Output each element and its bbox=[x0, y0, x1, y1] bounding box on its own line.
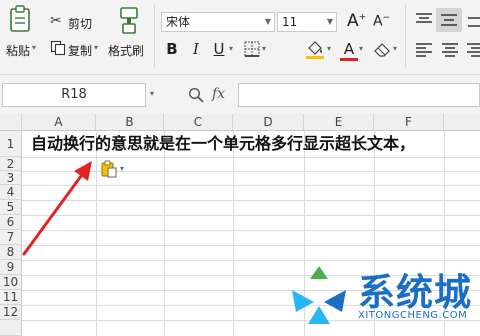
align-center-icon[interactable] bbox=[441, 42, 459, 62]
gridline bbox=[22, 215, 480, 216]
column-header[interactable]: A bbox=[22, 114, 96, 131]
ribbon-divider bbox=[405, 4, 406, 68]
formula-input[interactable] bbox=[238, 83, 480, 107]
chevron-down-icon[interactable]: ▾ bbox=[120, 164, 124, 173]
row-header[interactable]: 8 bbox=[0, 245, 22, 260]
chevron-down-icon[interactable]: ▾ bbox=[229, 44, 233, 53]
border-icon[interactable] bbox=[244, 41, 260, 61]
row-header[interactable]: 11 bbox=[0, 290, 22, 305]
align-bottom-icon[interactable] bbox=[468, 12, 480, 32]
row-header[interactable]: 2 bbox=[0, 157, 22, 171]
copy-button[interactable]: 复制 bbox=[68, 42, 92, 59]
format-painter-icon[interactable] bbox=[117, 6, 141, 40]
row-header[interactable]: 1 bbox=[0, 131, 22, 157]
gridline bbox=[22, 185, 480, 186]
column-header[interactable]: E bbox=[304, 114, 374, 131]
fill-color-icon[interactable] bbox=[305, 38, 325, 64]
paste-icon[interactable] bbox=[8, 4, 34, 40]
font-size-value: 11 bbox=[282, 15, 298, 29]
scissors-icon[interactable]: ✂ bbox=[50, 13, 62, 29]
grow-font-button[interactable]: A+ bbox=[347, 11, 366, 31]
row-header[interactable]: 6 bbox=[0, 215, 22, 230]
column-header[interactable]: D bbox=[233, 114, 304, 131]
font-name-select[interactable]: 宋体 ▼ bbox=[161, 12, 275, 32]
chevron-down-icon[interactable]: ▼ bbox=[265, 13, 271, 31]
column-header[interactable] bbox=[444, 114, 480, 131]
select-all-corner[interactable] bbox=[0, 114, 22, 131]
row-header[interactable]: 3 bbox=[0, 171, 22, 185]
cut-button[interactable]: 剪切 bbox=[68, 15, 92, 32]
chevron-down-icon[interactable]: ▾ bbox=[393, 44, 397, 53]
gridline bbox=[22, 260, 480, 261]
chevron-down-icon[interactable]: ▾ bbox=[359, 44, 363, 53]
logo-icon bbox=[286, 262, 352, 332]
fx-button[interactable]: fx bbox=[212, 86, 225, 102]
column-header[interactable]: C bbox=[164, 114, 233, 131]
font-color-letter: A bbox=[343, 40, 355, 58]
copy-icon[interactable] bbox=[50, 40, 66, 60]
align-middle-icon bbox=[441, 14, 457, 26]
row-header[interactable] bbox=[0, 320, 22, 336]
shrink-font-button[interactable]: A− bbox=[373, 13, 390, 30]
gridline bbox=[22, 171, 480, 172]
gridline bbox=[22, 230, 480, 231]
align-left-icon[interactable] bbox=[415, 42, 433, 62]
watermark-url: XITONGCHENG.COM bbox=[358, 310, 468, 321]
chevron-down-icon[interactable]: ▼ bbox=[327, 13, 333, 31]
bold-button[interactable]: B bbox=[162, 38, 182, 60]
zoom-icon[interactable] bbox=[188, 87, 204, 107]
row-header[interactable]: 5 bbox=[0, 200, 22, 215]
row-header[interactable]: 9 bbox=[0, 260, 22, 275]
align-middle-button[interactable] bbox=[436, 8, 462, 32]
align-right-icon[interactable] bbox=[467, 42, 480, 62]
cell-a1-text[interactable]: 自动换行的意思就是在一个单元格多行显示超长文本， bbox=[31, 131, 415, 157]
row-header[interactable]: 12 bbox=[0, 305, 22, 320]
watermark-text: 系统城 bbox=[358, 271, 472, 314]
font-name-value: 宋体 bbox=[166, 15, 191, 29]
grow-font-letter: A bbox=[347, 11, 359, 31]
font-size-select[interactable]: 11 ▼ bbox=[277, 12, 337, 32]
ribbon-divider bbox=[154, 4, 155, 68]
gridline bbox=[22, 157, 480, 158]
format-painter-button[interactable]: 格式刷 bbox=[108, 42, 144, 59]
underline-button[interactable]: U bbox=[210, 38, 228, 60]
chevron-down-icon[interactable]: ▾ bbox=[94, 43, 98, 52]
formula-bar: R18 ▾ fx bbox=[0, 74, 480, 115]
font-color-bar bbox=[340, 58, 358, 61]
chevron-down-icon[interactable]: ▾ bbox=[327, 44, 331, 53]
chevron-down-icon[interactable]: ▾ bbox=[150, 89, 154, 98]
row-header[interactable]: 4 bbox=[0, 185, 22, 200]
eraser-icon[interactable] bbox=[373, 40, 391, 62]
chevron-down-icon[interactable]: ▾ bbox=[262, 44, 266, 53]
ribbon: 粘贴 ▾ ✂ 剪切 复制 ▾ 格式刷 宋体 ▼ 11 ▼ A+ A− B I U… bbox=[0, 0, 480, 74]
paste-button[interactable]: 粘贴 bbox=[6, 42, 30, 59]
column-header[interactable]: B bbox=[96, 114, 164, 131]
name-box[interactable]: R18 bbox=[2, 83, 146, 107]
font-color-button[interactable]: A bbox=[340, 38, 358, 60]
column-header[interactable]: F bbox=[374, 114, 444, 131]
paste-options-icon[interactable] bbox=[100, 160, 118, 182]
italic-button[interactable]: I bbox=[188, 38, 204, 60]
gridline bbox=[22, 245, 480, 246]
row-header[interactable]: 10 bbox=[0, 275, 22, 290]
gridline bbox=[22, 200, 480, 201]
shrink-font-letter: A bbox=[373, 13, 383, 30]
row-header[interactable]: 7 bbox=[0, 230, 22, 245]
align-top-icon[interactable] bbox=[415, 12, 433, 32]
chevron-down-icon[interactable]: ▾ bbox=[32, 43, 36, 52]
